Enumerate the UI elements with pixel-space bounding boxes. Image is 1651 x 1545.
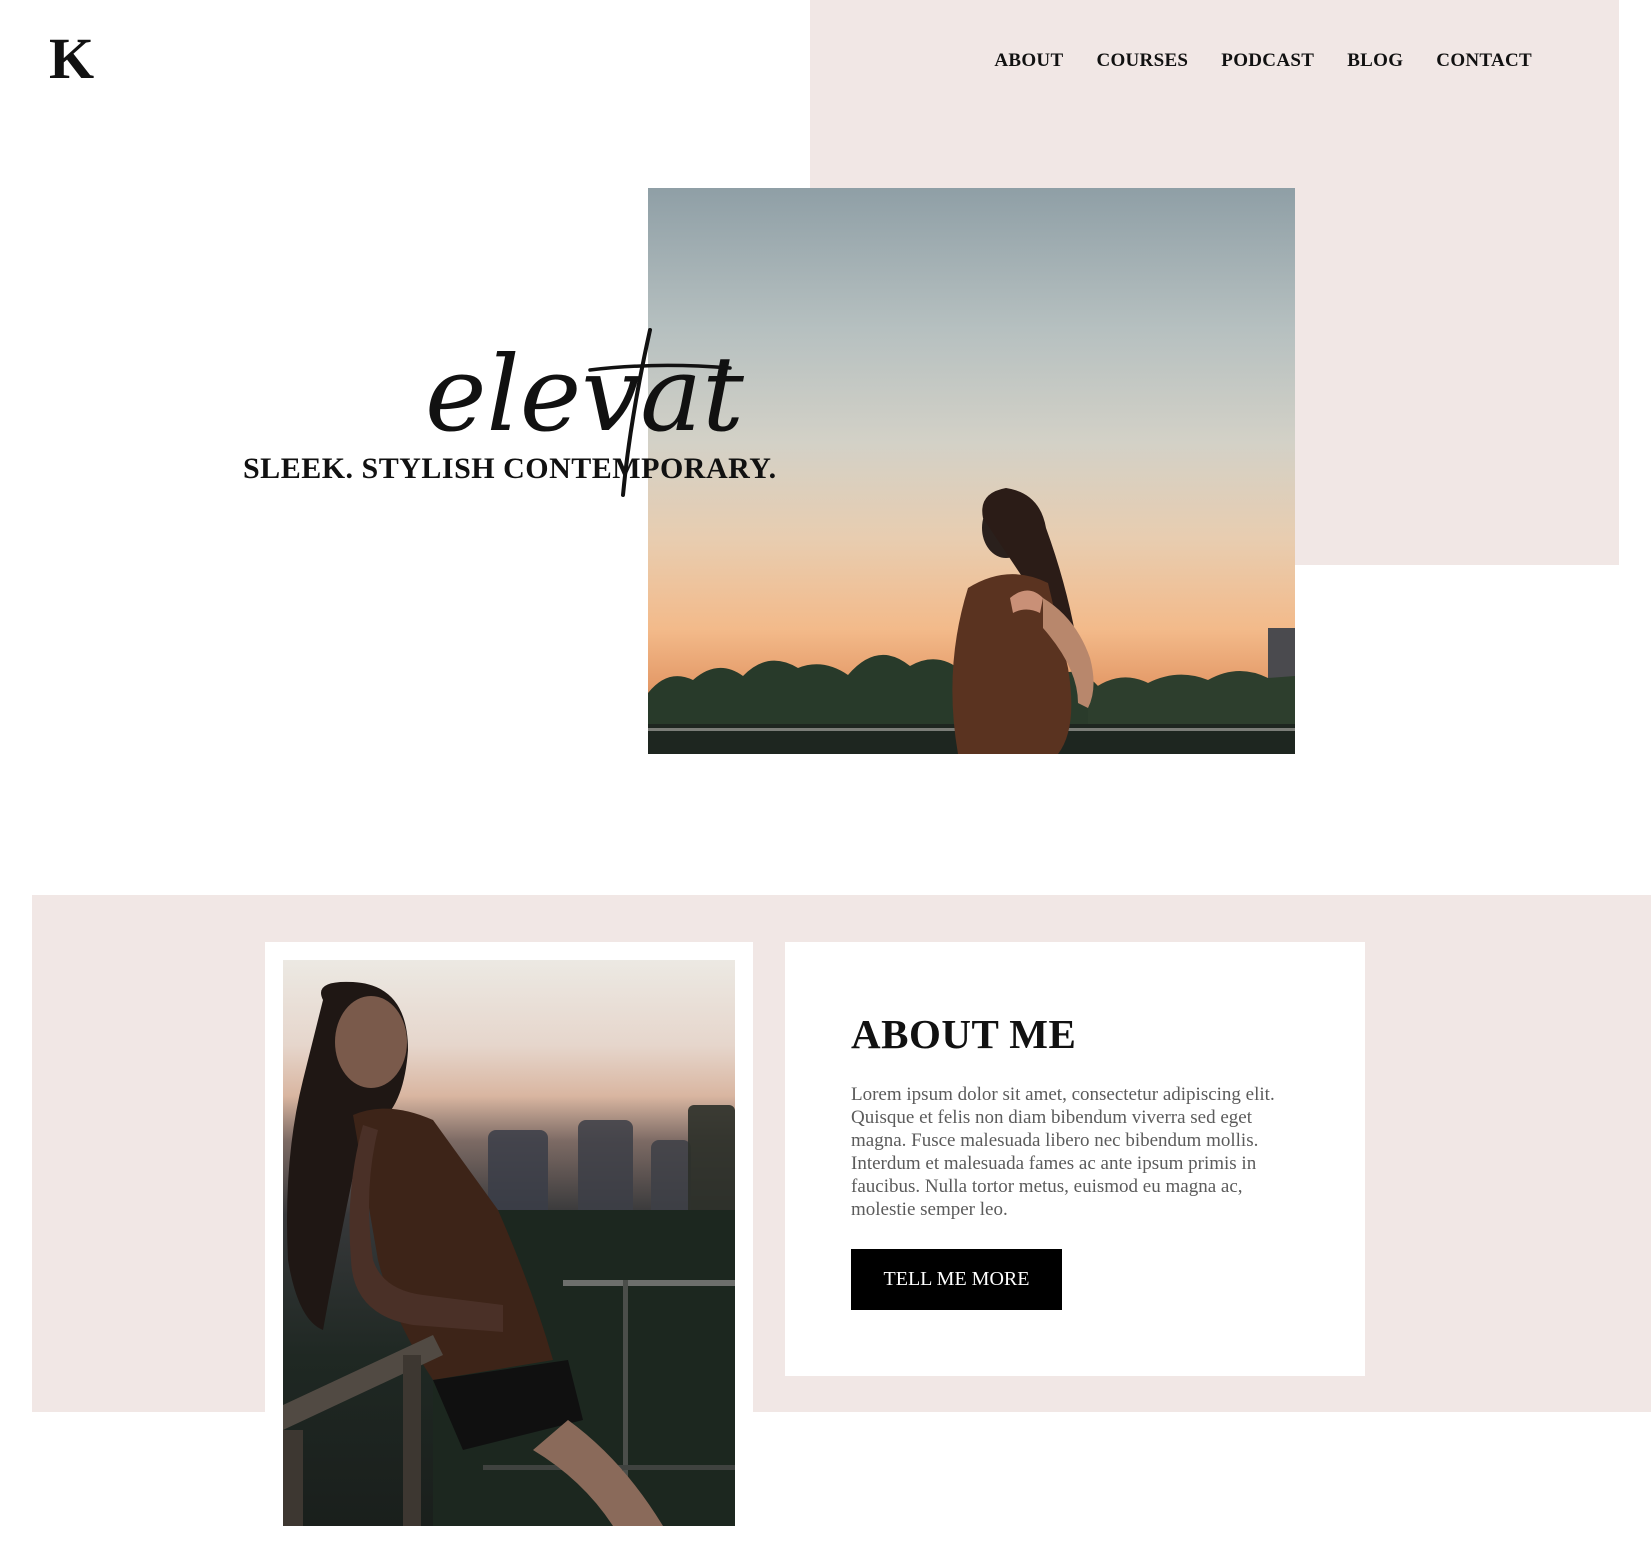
about-card: ABOUT ME Lorem ipsum dolor sit amet, con…: [785, 942, 1365, 1376]
hero-tagline: SLEEK. STYLISH CONTEMPORARY.: [243, 452, 777, 485]
nav-link-podcast[interactable]: PODCAST: [1221, 50, 1314, 72]
site-logo[interactable]: K: [49, 30, 94, 88]
about-body-text: Lorem ipsum dolor sit amet, consectetur …: [851, 1084, 1275, 1220]
nav-link-contact[interactable]: CONTACT: [1436, 50, 1532, 72]
about-title: ABOUT ME: [851, 1011, 1077, 1057]
main-nav: ABOUT COURSES PODCAST BLOG CONTACT: [994, 50, 1532, 72]
nav-link-courses[interactable]: COURSES: [1096, 50, 1188, 72]
about-photo: [283, 960, 735, 1526]
nav-link-blog[interactable]: BLOG: [1347, 50, 1403, 72]
script-word-text: elevate: [425, 333, 745, 455]
tell-me-more-button[interactable]: TELL ME MORE: [851, 1249, 1062, 1310]
nav-link-about[interactable]: ABOUT: [994, 50, 1063, 72]
about-photo-scene: [283, 981, 735, 1526]
